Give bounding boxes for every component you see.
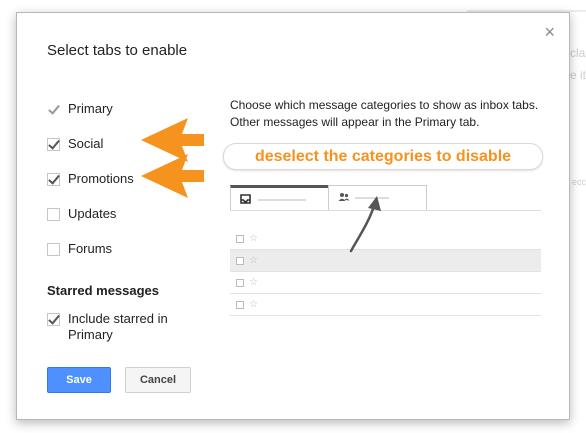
row-checkbox — [236, 257, 244, 265]
option-social[interactable]: Social — [47, 136, 103, 151]
option-promotions[interactable]: Promotions — [47, 171, 134, 186]
background-text: clas — [570, 46, 586, 60]
dialog-title: Select tabs to enable — [47, 42, 188, 59]
option-label-line: Include starred in — [68, 311, 168, 326]
option-label: Include starred in Primary — [68, 311, 168, 343]
option-primary: Primary — [47, 101, 113, 116]
preview-tab-primary — [230, 185, 329, 210]
select-tabs-dialog: × Select tabs to enable Primary Social P… — [16, 12, 570, 420]
checkbox-social[interactable] — [47, 138, 60, 151]
preview-tab-bar — [230, 185, 541, 211]
preview-message-row: ☆ — [230, 294, 541, 316]
tabs-preview: ☆ ☆ ☆ ☆ — [230, 185, 541, 316]
inbox-icon — [240, 194, 251, 207]
option-label: Updates — [68, 206, 117, 221]
option-label: Social — [68, 136, 104, 151]
starred-messages-heading: Starred messages — [47, 283, 160, 298]
people-icon — [338, 192, 350, 205]
option-forums[interactable]: Forums — [47, 241, 112, 256]
preview-tab-placeholder — [258, 199, 306, 201]
background-text: ecc — [572, 177, 586, 187]
row-checkbox — [236, 279, 244, 287]
option-updates[interactable]: Updates — [47, 206, 116, 221]
cancel-button[interactable]: Cancel — [125, 367, 191, 393]
option-label-line: Primary — [68, 327, 113, 342]
option-label: Forums — [68, 241, 113, 256]
checkbox-include-starred[interactable] — [47, 313, 60, 326]
description-text: Choose which message categories to show … — [230, 98, 539, 129]
checkbox-primary — [47, 103, 60, 116]
row-checkbox — [236, 301, 244, 309]
preview-message-row: ☆ — [230, 250, 541, 272]
option-label: Promotions — [68, 171, 134, 186]
row-checkbox — [236, 235, 244, 243]
preview-message-row: ☆ — [230, 272, 541, 294]
preview-tab-placeholder — [355, 197, 389, 199]
annotation-callout: deselect the categories to disable — [223, 143, 543, 170]
option-include-starred[interactable]: Include starred in Primary — [47, 311, 168, 343]
checkbox-promotions[interactable] — [47, 173, 60, 186]
option-label: Primary — [68, 101, 113, 116]
star-icon: ☆ — [249, 277, 258, 288]
save-button[interactable]: Save — [47, 367, 111, 393]
close-icon[interactable]: × — [544, 23, 555, 41]
star-icon: ☆ — [249, 233, 258, 244]
preview-message-row: ☆ — [230, 228, 541, 250]
background-text: e it — [570, 68, 586, 82]
checkbox-updates[interactable] — [47, 208, 60, 221]
star-icon: ☆ — [249, 299, 258, 310]
checkbox-forums[interactable] — [47, 243, 60, 256]
star-icon: ☆ — [249, 255, 258, 266]
preview-tab-social — [328, 185, 427, 210]
